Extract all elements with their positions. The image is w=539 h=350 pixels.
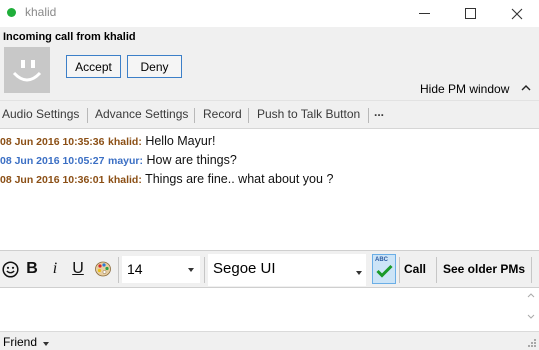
avatar	[4, 47, 50, 93]
toolbar-divider	[368, 108, 369, 123]
toolbar-divider	[531, 257, 532, 283]
message-sender: khalid	[107, 174, 139, 186]
more-options-button[interactable]: ...	[374, 105, 384, 119]
push-to-talk-button[interactable]: Push to Talk Button	[257, 107, 360, 121]
audio-settings-button[interactable]: Audio Settings	[2, 107, 79, 121]
message-text: Things are fine.. what about you ?	[145, 172, 334, 186]
message-item: 08 Jun 2016 10:35:36 khalid: Hello Mayur…	[0, 134, 216, 148]
message-sender: khalid	[107, 136, 139, 148]
incoming-call-label: Incoming call from khalid	[3, 31, 136, 43]
close-icon	[511, 8, 522, 19]
advance-settings-button[interactable]: Advance Settings	[95, 107, 188, 121]
call-button[interactable]: Call	[404, 262, 426, 276]
toolbar-divider	[204, 257, 205, 283]
bold-icon[interactable]: B	[22, 259, 42, 279]
chevron-up-icon[interactable]	[521, 82, 531, 94]
toolbar-divider	[399, 257, 400, 283]
message-text: How are things?	[146, 153, 237, 167]
font-size-value: 14	[127, 261, 143, 277]
font-family-select[interactable]: Segoe UI	[208, 254, 366, 286]
message-timestamp: 08 Jun 2016 10:35:36	[0, 136, 105, 148]
chevron-down-icon[interactable]	[43, 342, 49, 346]
checkmark-icon	[376, 264, 393, 278]
deny-button[interactable]: Deny	[127, 55, 182, 78]
minimize-button[interactable]	[402, 0, 447, 27]
chevron-down-icon	[356, 271, 362, 275]
toolbar-divider	[248, 108, 249, 123]
close-button[interactable]	[494, 0, 539, 27]
message-item: 08 Jun 2016 10:05:27 mayur: How are thin…	[0, 153, 237, 167]
friend-dropdown[interactable]: Friend	[3, 335, 37, 349]
color-palette-icon[interactable]	[93, 259, 113, 279]
message-timestamp: 08 Jun 2016 10:05:27	[0, 155, 105, 167]
toolbar-divider	[118, 257, 119, 283]
smiley-icon[interactable]	[0, 259, 20, 279]
maximize-icon	[465, 8, 476, 19]
spellcheck-button[interactable]: ABC	[372, 254, 396, 284]
accept-button[interactable]: Accept	[66, 55, 121, 78]
toolbar-divider	[436, 257, 437, 283]
scroll-up-icon[interactable]	[527, 292, 535, 298]
see-older-pms-button[interactable]: See older PMs	[443, 262, 525, 276]
incoming-call-panel: Incoming call from khalid Accept Deny Hi…	[0, 27, 539, 101]
font-size-select[interactable]: 14	[122, 256, 200, 283]
maximize-button[interactable]	[448, 0, 493, 27]
scroll-down-icon[interactable]	[527, 314, 535, 320]
underline-icon[interactable]: U	[68, 259, 88, 279]
message-item: 08 Jun 2016 10:36:01 khalid: Things are …	[0, 172, 334, 186]
font-family-value: Segoe UI	[213, 260, 276, 277]
message-history: 08 Jun 2016 10:35:36 khalid: Hello Mayur…	[0, 130, 539, 250]
spellcheck-icon: ABC	[375, 257, 388, 263]
toolbar-divider	[87, 108, 88, 123]
title-bar: khalid	[0, 0, 539, 27]
record-button[interactable]: Record	[203, 107, 242, 121]
smiley-avatar-icon	[12, 60, 42, 82]
chevron-down-icon	[188, 268, 194, 272]
footer-bar: Friend	[0, 331, 539, 350]
message-timestamp: 08 Jun 2016 10:36:01	[0, 174, 105, 186]
minimize-icon	[419, 13, 430, 14]
hide-pm-window-link[interactable]: Hide PM window	[420, 82, 509, 96]
message-text: Hello Mayur!	[145, 134, 216, 148]
italic-icon[interactable]: i	[45, 259, 65, 279]
format-toolbar: B i U 14 Segoe UI ABC Call See older PMs	[0, 250, 539, 288]
toolbar-divider	[194, 108, 195, 123]
resize-grip-icon[interactable]	[527, 338, 537, 348]
message-input[interactable]	[0, 289, 539, 325]
message-sender: mayur	[107, 155, 140, 167]
online-status-icon	[7, 8, 16, 17]
settings-toolbar: Audio Settings Advance Settings Record P…	[0, 101, 539, 129]
window-title: khalid	[25, 5, 57, 19]
